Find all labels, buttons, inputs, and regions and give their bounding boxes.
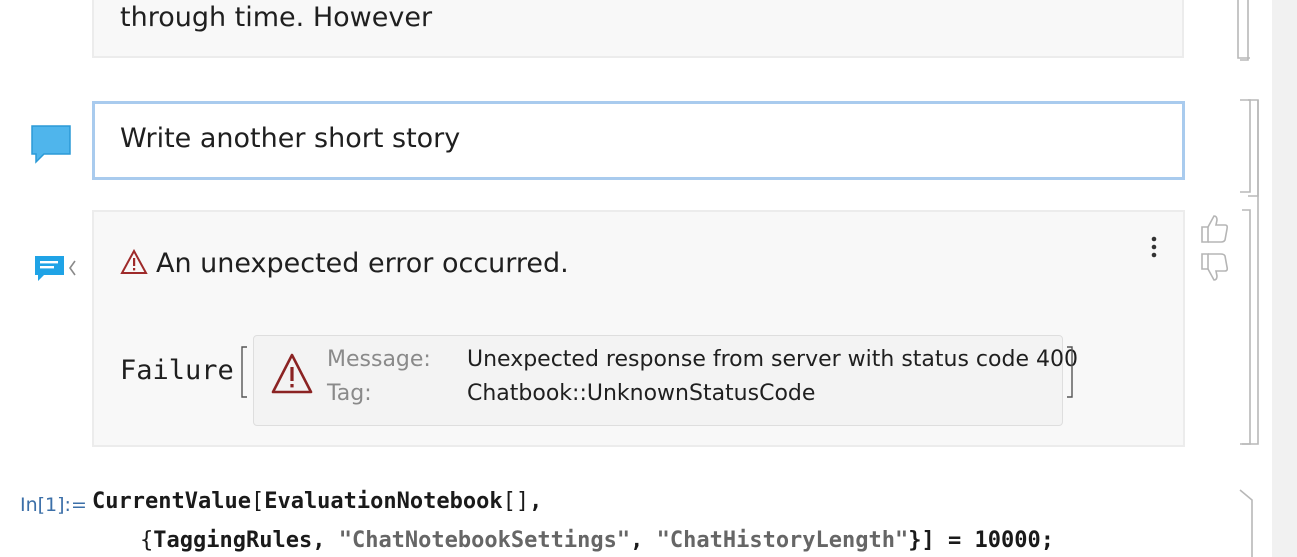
code-string-2: "ChatHistoryLength": [656, 528, 909, 553]
code-line-2[interactable]: {TaggingRules, "ChatNotebookSettings", "…: [140, 528, 1054, 553]
code-string-1: "ChatNotebookSettings": [338, 528, 631, 553]
code-bracket: [: [250, 489, 265, 514]
failure-head: Failure: [120, 355, 234, 386]
failure-bracket-right: [1067, 346, 1073, 398]
code-fn: CurrentValue: [92, 489, 251, 514]
code-close: }] =: [908, 528, 975, 553]
code-comma: ,: [529, 489, 543, 514]
previous-cell-text: through time. However: [120, 2, 433, 33]
code-arg: EvaluationNotebook: [264, 489, 503, 514]
chat-output-icon[interactable]: [34, 253, 80, 283]
warning-icon: [120, 249, 148, 274]
code-line-1[interactable]: CurrentValue[EvaluationNotebook[],: [92, 489, 542, 514]
code-semicolon: ;: [1040, 528, 1054, 553]
failure-warning-icon: [271, 353, 313, 394]
chat-input-text[interactable]: Write another short story: [120, 123, 460, 154]
cell-brackets[interactable]: [1236, 0, 1266, 557]
input-label: In[1]:=: [20, 494, 87, 516]
message-value: Unexpected response from server with sta…: [467, 347, 1078, 372]
tag-value: Chatbook::UnknownStatusCode: [467, 381, 816, 406]
thumbs-up-icon[interactable]: [1198, 212, 1230, 246]
more-options-icon[interactable]: [1145, 234, 1163, 262]
chat-input-icon[interactable]: [30, 124, 72, 164]
code-open-brace: {: [140, 528, 154, 553]
thumbs-down-icon[interactable]: [1198, 250, 1230, 284]
code-empty-brackets: []: [502, 489, 530, 514]
code-symbol: TaggingRules: [153, 528, 313, 553]
code-separator: ,: [630, 528, 657, 553]
message-label: Message:: [327, 347, 431, 372]
code-value: 10000: [974, 528, 1041, 553]
code-separator: ,: [312, 528, 339, 553]
scrollbar-track[interactable]: [1272, 0, 1297, 557]
tag-label: Tag:: [327, 381, 372, 406]
failure-bracket-left: [241, 346, 247, 398]
error-message: An unexpected error occurred.: [156, 248, 569, 279]
